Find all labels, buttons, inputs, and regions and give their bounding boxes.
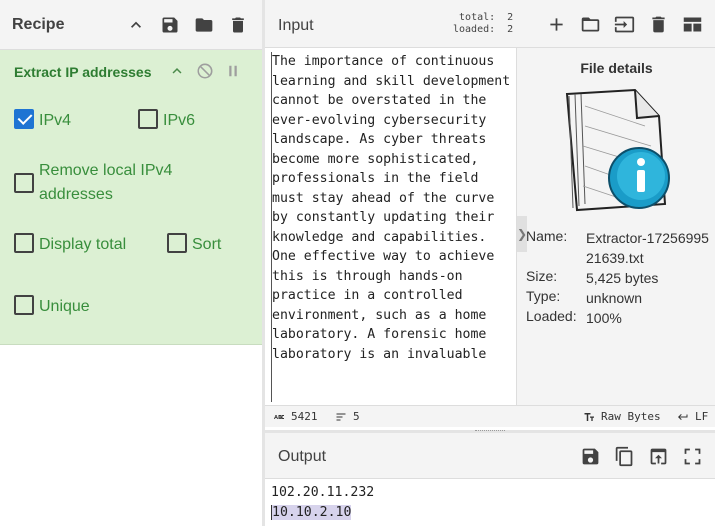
text-encoding-icon xyxy=(584,412,594,421)
line-count-value: 5 xyxy=(353,410,360,423)
display-total-checkbox[interactable] xyxy=(14,233,34,253)
output-text-area[interactable]: 102.20.11.232 10.10.2.10 xyxy=(271,483,711,522)
file-name-value: Extractor-1725699521639.txt xyxy=(586,230,709,266)
file-type-row: Type: unknown xyxy=(526,288,714,308)
input-pane: Input total: 2 loaded: 2 The importance of… xyxy=(265,0,715,430)
output-line: 102.20.11.232 xyxy=(271,485,375,500)
file-loaded-value: 100% xyxy=(586,310,622,326)
open-file-input-icon[interactable] xyxy=(612,12,636,36)
encoding-value: Raw Bytes xyxy=(601,410,661,423)
option-unique[interactable]: Unique xyxy=(14,295,90,319)
file-loaded-row: Loaded: 100% xyxy=(526,308,714,328)
pause-breakpoint-icon[interactable] xyxy=(223,61,243,81)
line-count: 5 xyxy=(335,410,360,423)
character-count: 5421 xyxy=(273,410,318,423)
file-size-value: 5,425 bytes xyxy=(586,270,659,286)
input-status-bar: 5421 5 Raw Bytes LF xyxy=(265,405,715,427)
ipv4-checkbox[interactable] xyxy=(14,109,34,129)
recipe-title: Recipe xyxy=(12,16,65,33)
operation-extract-ip-addresses[interactable]: Extract IP addresses IPv4 IPv6 Remove lo… xyxy=(0,50,262,345)
total-count: 2 xyxy=(507,12,514,23)
loaded-count: 2 xyxy=(507,24,514,35)
clear-recipe-trash-icon[interactable] xyxy=(226,13,250,37)
output-header: Output xyxy=(265,433,715,479)
file-loaded-label: Loaded: xyxy=(526,308,577,324)
loaded-label: loaded: xyxy=(453,24,496,35)
output-title: Output xyxy=(278,448,327,465)
lines-icon xyxy=(336,413,346,420)
collapse-operation-icon[interactable] xyxy=(167,61,187,81)
eol-value: LF xyxy=(695,410,709,423)
file-type-value: unknown xyxy=(586,290,643,306)
file-name-row: Name: Extractor-1725699521639.txt xyxy=(526,228,714,268)
option-display-total[interactable]: Display total xyxy=(14,233,126,257)
option-remove-local-ipv4[interactable]: Remove local IPv4 addresses xyxy=(14,159,244,207)
recipe-pane: Recipe Extract IP addresses IPv4 IPv6 Re… xyxy=(0,0,262,526)
save-recipe-icon[interactable] xyxy=(158,13,182,37)
copy-output-icon[interactable] xyxy=(612,444,636,468)
output-line: 10.10.2.10 xyxy=(271,503,711,523)
sort-label: Sort xyxy=(192,236,222,253)
unique-checkbox[interactable] xyxy=(14,295,34,315)
reset-layout-icon[interactable] xyxy=(680,12,704,36)
add-input-tab-plus-icon[interactable] xyxy=(544,12,568,36)
load-recipe-folder-icon[interactable] xyxy=(192,13,216,37)
replace-input-with-output-icon[interactable] xyxy=(646,444,670,468)
character-count-value: 5421 xyxy=(291,410,318,423)
return-arrow-icon xyxy=(678,413,688,420)
ipv6-checkbox[interactable] xyxy=(138,109,158,129)
display-total-label: Display total xyxy=(39,236,127,253)
maximise-output-icon[interactable] xyxy=(680,444,704,468)
file-details-panel: ❯ File details Name: Extractor-172569952… xyxy=(516,48,715,405)
input-textarea[interactable]: The importance of continuous learning an… xyxy=(271,52,511,402)
file-size-label: Size: xyxy=(526,268,558,284)
unique-label: Unique xyxy=(39,298,90,315)
remove-local-checkbox[interactable] xyxy=(14,173,34,193)
input-eol[interactable]: LF xyxy=(677,410,708,423)
operation-title: Extract IP addresses xyxy=(14,64,152,80)
recipe-header: Recipe xyxy=(0,0,262,50)
file-size-row: Size: 5,425 bytes xyxy=(526,268,714,288)
output-pane: Output 102.20.11.232 10.10.2.10 xyxy=(265,430,715,526)
input-title: Input xyxy=(278,17,314,34)
file-type-label: Type: xyxy=(526,288,561,304)
abc-icon xyxy=(274,414,284,419)
ipv4-label: IPv4 xyxy=(39,112,72,129)
option-ipv4[interactable]: IPv4 xyxy=(14,109,71,133)
open-folder-icon[interactable] xyxy=(578,12,602,36)
remove-local-label: Remove local IPv4 addresses xyxy=(39,162,173,203)
file-details-title: File details xyxy=(580,60,653,76)
collapse-all-icon[interactable] xyxy=(124,13,148,37)
output-line-highlighted: 10.10.2.10 xyxy=(271,504,352,520)
total-label: total: xyxy=(459,12,496,23)
sort-checkbox[interactable] xyxy=(167,233,187,253)
save-output-icon[interactable] xyxy=(578,444,602,468)
disable-operation-icon[interactable] xyxy=(195,61,215,81)
input-header: Input total: 2 loaded: 2 xyxy=(265,0,715,48)
file-info-icon xyxy=(565,88,670,212)
ipv6-label: IPv6 xyxy=(163,112,196,129)
input-encoding[interactable]: Raw Bytes xyxy=(583,410,661,423)
input-counts: total: 2 loaded: 2 xyxy=(453,12,527,36)
clear-input-trash-icon[interactable] xyxy=(646,12,670,36)
option-ipv6[interactable]: IPv6 xyxy=(138,109,195,133)
option-sort[interactable]: Sort xyxy=(167,233,221,257)
file-name-label: Name: xyxy=(526,228,568,244)
